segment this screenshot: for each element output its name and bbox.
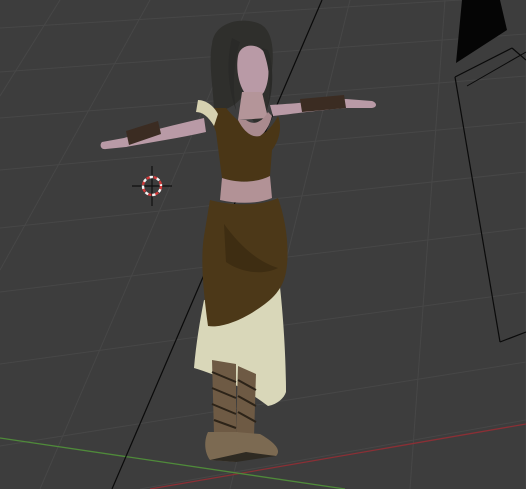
- viewport-canvas[interactable]: [0, 0, 526, 489]
- 3d-viewport[interactable]: [0, 0, 526, 489]
